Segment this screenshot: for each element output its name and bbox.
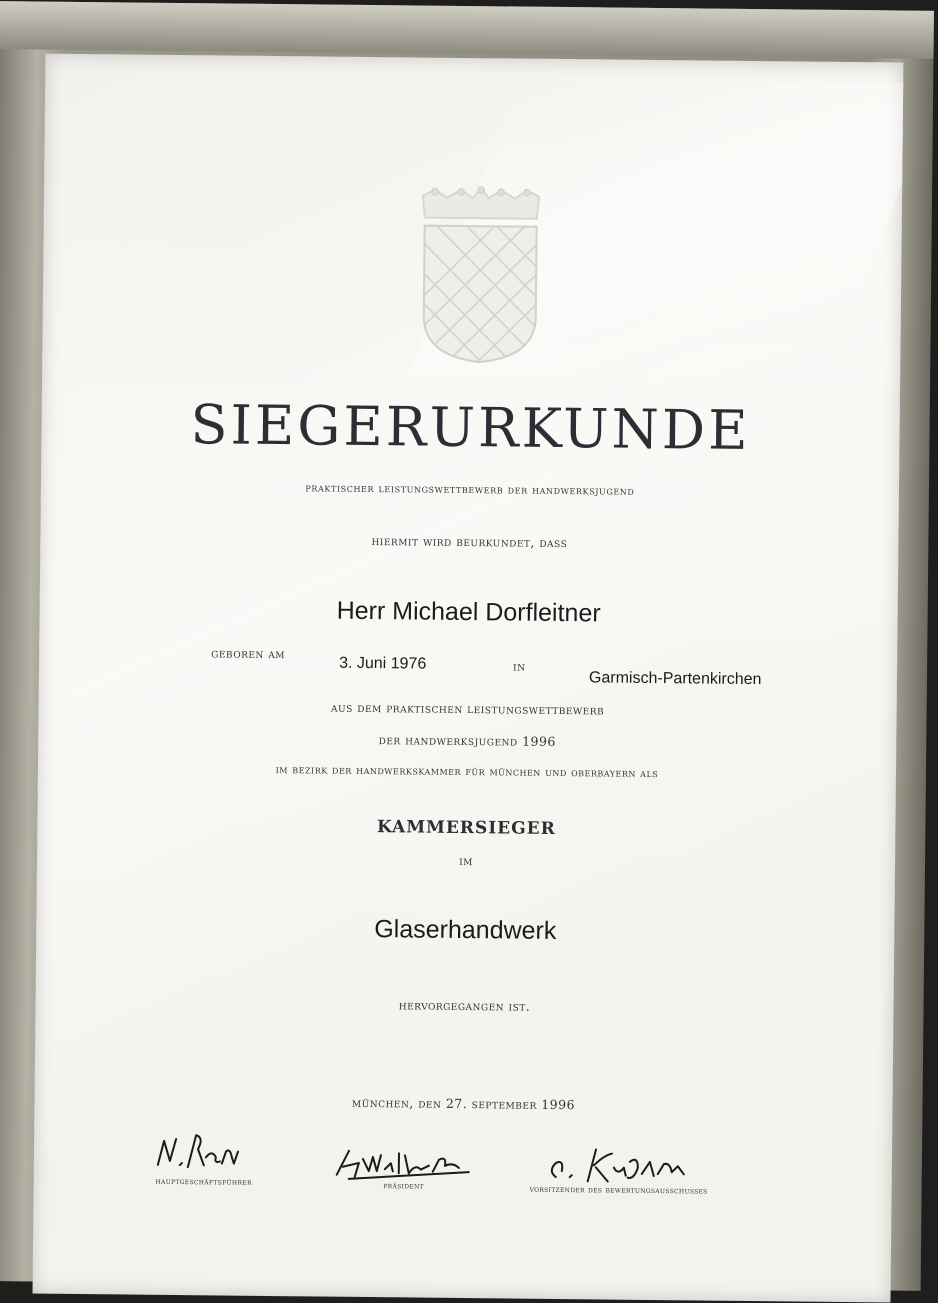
signature-role-2: PRÄSIDENT <box>383 1181 424 1192</box>
frame-top-edge <box>0 1 934 59</box>
birth-date: 3. Juni 1976 <box>339 654 427 673</box>
in-label: IN <box>513 658 526 674</box>
place-and-date: MÜNCHEN, DEN 27. SEPTEMBER 1996 <box>351 1094 576 1113</box>
signature-president: PRÄSIDENT <box>324 1141 485 1193</box>
competition-line-2: DER HANDWERKSJUGEND 1996 <box>378 732 557 749</box>
trade-name: Glaserhandwerk <box>374 915 557 945</box>
competition-line-1: AUS DEM PRAKTISCHEN LEISTUNGSWETTBEWERB <box>331 699 605 718</box>
certification-intro: HIERMIT WIRD BEURKUNDET, DASS <box>371 533 568 551</box>
handwritten-signature-3 <box>550 1148 685 1183</box>
handwritten-signature-2 <box>335 1149 470 1180</box>
signature-role-3: VORSITZENDER DES BEWERTUNGSAUSSCHUSSES <box>529 1184 708 1197</box>
signature-role-1: HAUPTGESCHÄFTSFÜHRER <box>155 1176 252 1188</box>
handwritten-signature-1 <box>156 1134 239 1169</box>
certificate-subtitle: PRAKTISCHER LEISTUNGSWETTBEWERB DER HAND… <box>305 480 635 498</box>
im-label: IM <box>459 852 474 869</box>
certificate-paper: SIEGERURKUNDE PRAKTISCHER LEISTUNGSWETTB… <box>32 53 904 1303</box>
competition-line-3: IM BEZIRK DER HANDWERKSKAMMER FÜR MÜNCHE… <box>275 762 659 781</box>
picture-frame: SIEGERURKUNDE PRAKTISCHER LEISTUNGSWETTB… <box>0 1 934 1303</box>
certificate-title: SIEGERURKUNDE <box>190 393 751 462</box>
signature-managing-director: HAUPTGESCHÄFTSFÜHRER <box>134 1127 275 1188</box>
birth-place: Garmisch-Partenkirchen <box>588 669 762 689</box>
signature-committee-chair: VORSITZENDER DES BEWERTUNGSAUSSCHUSSES <box>504 1140 735 1197</box>
recipient-name: Herr Michael Dorfleitner <box>336 596 601 628</box>
born-label: GEBOREN AM <box>211 645 286 662</box>
award-title: KAMMERSIEGER <box>376 809 556 840</box>
emerged-text: HERVORGEGANGEN IST. <box>398 997 531 1014</box>
coat-of-arms-embossed-seal <box>421 186 541 364</box>
